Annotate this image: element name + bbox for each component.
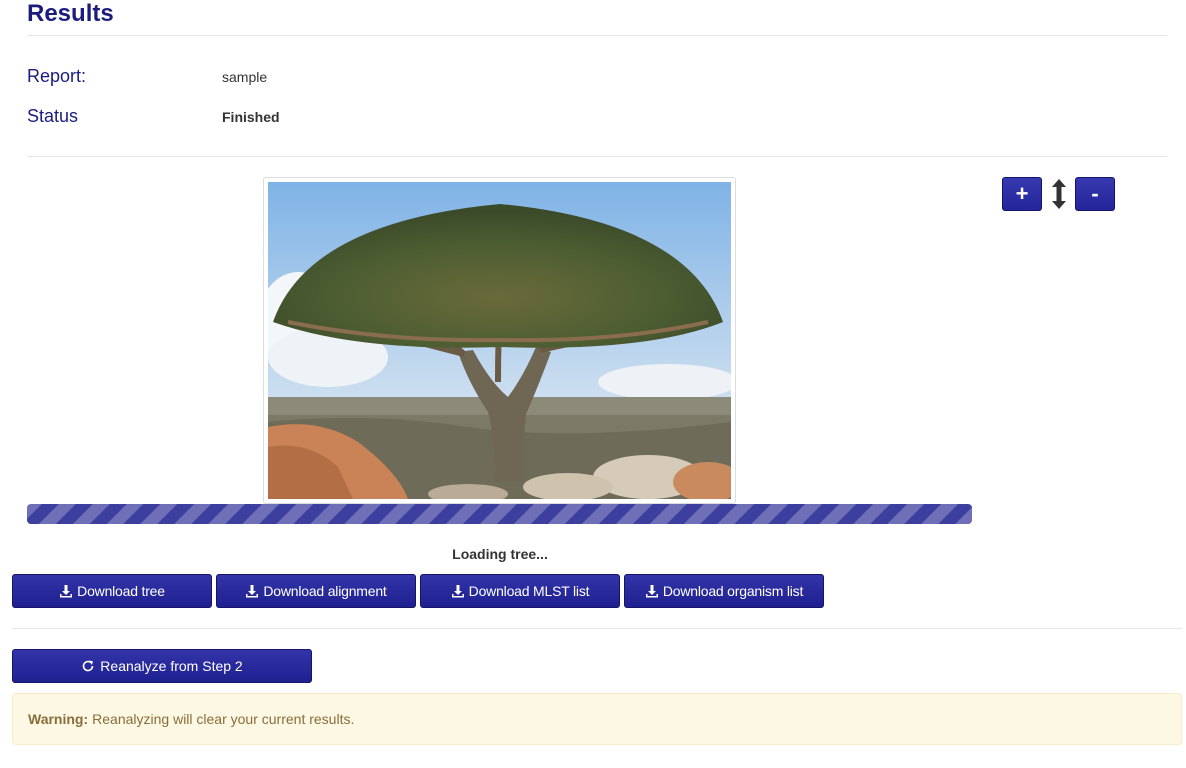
reanalyze-button[interactable]: Reanalyze from Step 2 xyxy=(12,649,312,683)
zoom-in-button[interactable]: + xyxy=(1002,177,1042,211)
download-icon xyxy=(451,585,464,598)
download-icon xyxy=(60,585,73,598)
download-alignment-label: Download alignment xyxy=(263,583,387,599)
resize-vertical-icon[interactable] xyxy=(1049,178,1069,210)
status-value: Finished xyxy=(222,109,280,125)
warning-message: Reanalyzing will clear your current resu… xyxy=(92,711,355,727)
results-page: Results Report: sample Status Finished +… xyxy=(0,0,1186,768)
download-mlst-label: Download MLST list xyxy=(468,583,590,599)
loading-progress-bar xyxy=(27,504,972,524)
download-organism-label: Download organism list xyxy=(662,583,804,599)
download-tree-button[interactable]: Download tree xyxy=(12,574,212,608)
warning-alert: Warning: Reanalyzing will clear your cur… xyxy=(12,693,1182,745)
download-mlst-button[interactable]: Download MLST list xyxy=(420,574,620,608)
refresh-icon xyxy=(83,660,94,672)
tree-placeholder-image xyxy=(263,177,736,504)
fields-divider xyxy=(27,156,1167,157)
download-icon xyxy=(645,585,658,598)
status-label: Status xyxy=(27,106,79,126)
warning-title: Warning: xyxy=(28,711,89,727)
download-tree-label: Download tree xyxy=(77,583,165,599)
progress-fill xyxy=(27,504,972,524)
actions-divider xyxy=(12,628,1182,629)
report-label: Report: xyxy=(27,66,87,86)
page-title: Results xyxy=(27,0,114,27)
download-icon xyxy=(246,585,259,598)
dragon-tree-illustration xyxy=(268,182,731,499)
title-divider xyxy=(27,35,1167,36)
reanalyze-label: Reanalyze from Step 2 xyxy=(100,658,243,674)
report-value: sample xyxy=(222,69,268,85)
zoom-out-button[interactable]: - xyxy=(1075,177,1115,211)
loading-text: Loading tree... xyxy=(452,546,548,562)
download-organism-button[interactable]: Download organism list xyxy=(624,574,824,608)
download-alignment-button[interactable]: Download alignment xyxy=(216,574,416,608)
